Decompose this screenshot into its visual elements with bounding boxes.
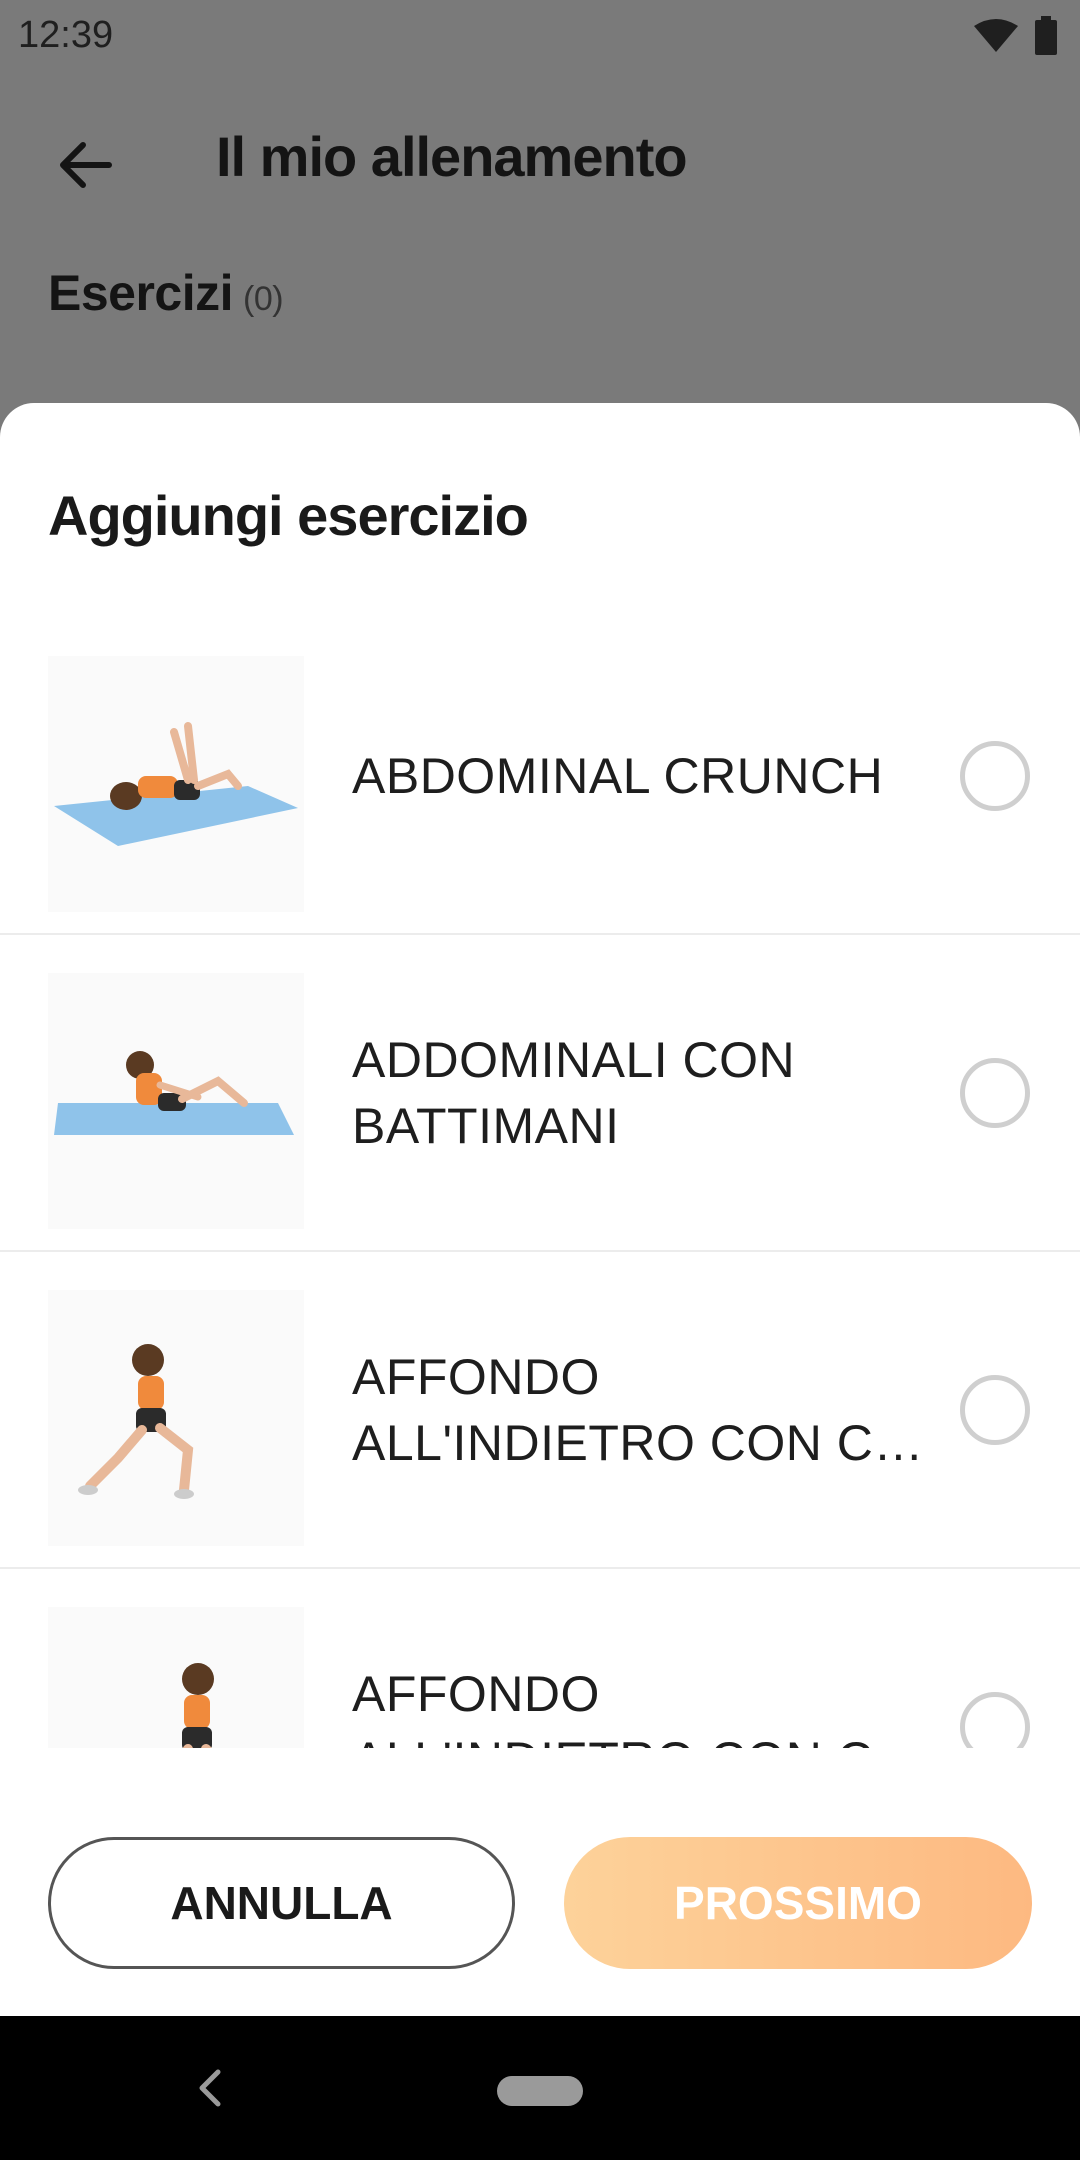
list-item[interactable]: AFFONDO ALL'INDIETRO CON C…	[0, 1569, 1080, 1748]
page-title: Il mio allenamento	[216, 125, 688, 188]
list-item[interactable]: ABDOMINAL CRUNCH	[0, 618, 1080, 935]
status-bar: 12:39	[0, 0, 1080, 72]
select-radio[interactable]	[960, 1058, 1030, 1128]
exercise-name: AFFONDO ALL'INDIETRO CON C…	[352, 1349, 924, 1471]
select-radio[interactable]	[960, 741, 1030, 811]
clap-crunch-illustration	[48, 973, 304, 1229]
home-pill[interactable]	[497, 2076, 583, 2106]
reverse-lunge-2-illustration	[48, 1607, 304, 1748]
exercise-name: ABDOMINAL CRUNCH	[352, 748, 884, 804]
sheet-title: Aggiungi esercizio	[48, 484, 529, 547]
list-item[interactable]: ADDOMINALI CON BATTIMANI	[0, 935, 1080, 1252]
reverse-lunge-illustration	[48, 1290, 304, 1546]
section-title: Esercizi	[48, 265, 234, 321]
status-icons	[972, 16, 1058, 56]
sheet-footer: ANNULLA PROSSIMO	[0, 1823, 1080, 2016]
arrow-left-icon	[60, 142, 112, 188]
app-header: Il mio allenamento	[0, 72, 1080, 242]
exercise-name: AFFONDO ALL'INDIETRO CON C…	[352, 1666, 923, 1748]
list-item[interactable]: AFFONDO ALL'INDIETRO CON C…	[0, 1252, 1080, 1569]
exercise-name: ADDOMINALI CON BATTIMANI	[352, 1032, 796, 1154]
exercise-count: (0)	[243, 280, 284, 318]
battery-icon	[1034, 16, 1058, 56]
back-button[interactable]	[40, 120, 130, 210]
exercise-list[interactable]: ABDOMINAL CRUNCH ADDOMINALI CON BATTIMAN…	[0, 618, 1080, 1748]
add-exercise-sheet: Aggiungi esercizio ABDOMINAL CRUNCH ADDO…	[0, 403, 1080, 2016]
system-nav-bar	[0, 2016, 1080, 2160]
exercises-section-label: Esercizi (0)	[48, 264, 284, 322]
select-radio[interactable]	[960, 1375, 1030, 1445]
wifi-icon	[972, 18, 1020, 54]
cancel-button[interactable]: ANNULLA	[48, 1837, 515, 1969]
next-button[interactable]: PROSSIMO	[564, 1837, 1032, 1969]
nav-back-icon[interactable]	[190, 2064, 230, 2112]
select-radio[interactable]	[960, 1692, 1030, 1748]
abdominal-crunch-illustration	[48, 656, 304, 912]
status-time: 12:39	[18, 14, 114, 56]
